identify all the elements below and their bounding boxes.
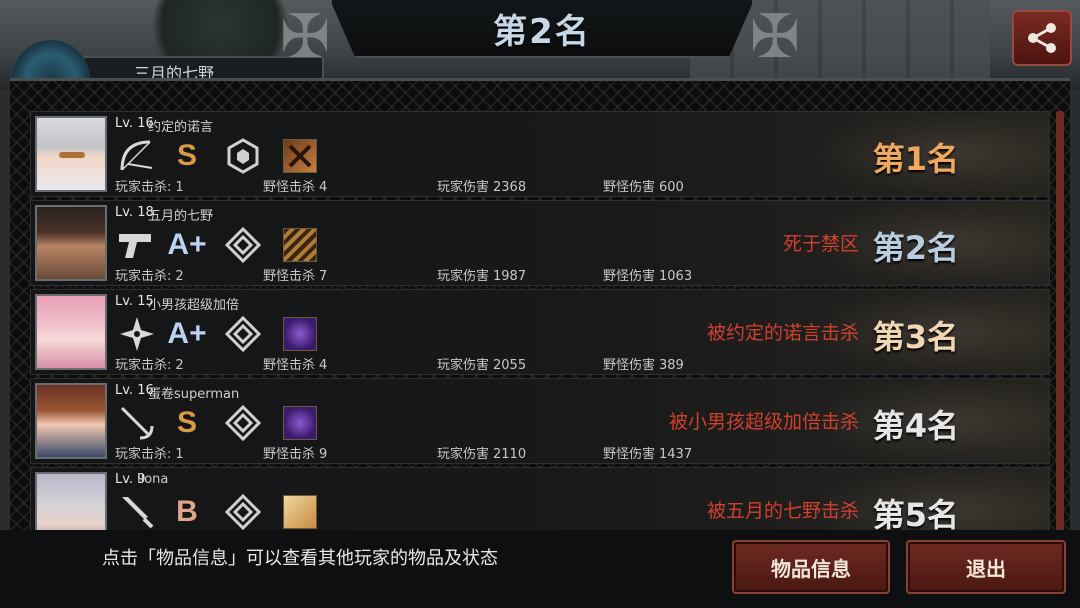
monster-damage-stat: 野怪伤害 1063 — [603, 269, 693, 284]
player-damage-stat: 玩家伤害 1987 — [437, 269, 527, 284]
death-cause: 被小男孩超级加倍击杀 — [668, 411, 859, 433]
gold-fist-icon — [283, 495, 317, 529]
player-row[interactable]: Lv. 15 小男孩超级加倍 A+ 玩家击杀: 2 野怪击杀 4 玩家伤害 2055 … — [30, 289, 1050, 375]
shuriken-icon — [115, 314, 159, 354]
grade-badge: S — [165, 136, 209, 176]
monster-kills-stat: 野怪击杀 4 — [263, 180, 328, 195]
rank-label: 第2名 — [872, 229, 959, 267]
monster-kills-stat: 野怪击杀 9 — [263, 447, 328, 462]
scrollbar-thumb[interactable] — [1056, 111, 1064, 531]
player-name: llona — [137, 472, 169, 487]
rank-label: 第4名 — [872, 407, 959, 445]
grade-label: A+ — [167, 317, 207, 350]
hexagon-badge-icon — [221, 136, 265, 176]
player-kills-stat: 玩家击杀: 1 — [115, 447, 184, 462]
monster-damage-stat: 野怪伤害 600 — [603, 180, 684, 195]
grade-label: B — [176, 495, 198, 528]
avatar[interactable] — [35, 205, 107, 281]
ammo-belt-icon — [283, 228, 317, 262]
monster-damage-stat: 野怪伤害 389 — [603, 358, 684, 373]
player-row[interactable]: Lv. 16 约定的诺言 S 玩家击杀: 1 野怪击杀 4 玩家伤害 2368 野怪伤… — [30, 111, 1050, 197]
player-damage-stat: 玩家伤害 2368 — [437, 180, 527, 195]
share-button[interactable] — [1012, 10, 1072, 66]
player-name: 蛋卷superman — [148, 387, 240, 402]
player-name: 五月的七野 — [148, 209, 214, 224]
diamond-badge-icon — [221, 314, 265, 354]
diamond-badge-icon — [221, 225, 265, 265]
player-damage-stat: 玩家伤害 2055 — [437, 358, 527, 373]
grade-label: A+ — [167, 228, 207, 261]
death-cause: 被五月的七野击杀 — [706, 500, 859, 522]
pistol-icon — [115, 225, 159, 265]
exit-button[interactable]: 退出 — [906, 540, 1066, 594]
rank-label: 第5名 — [872, 496, 959, 534]
crossed-items-icon — [283, 139, 317, 173]
grade-badge: S — [165, 403, 209, 443]
monster-kills-stat: 野怪击杀 7 — [263, 269, 328, 284]
death-cause: 被约定的诺言击杀 — [706, 322, 859, 344]
diamond-badge-icon — [221, 492, 265, 532]
player-name: 小男孩超级加倍 — [148, 298, 240, 313]
avatar[interactable] — [35, 116, 107, 192]
player-kills-stat: 玩家击杀: 2 — [115, 358, 184, 373]
share-icon — [1028, 23, 1056, 53]
player-damage-stat: 玩家伤害 2110 — [437, 447, 527, 462]
grade-badge: B — [165, 492, 209, 532]
diamond-badge-icon — [221, 403, 265, 443]
purple-claw-icon — [283, 406, 317, 440]
player-row[interactable]: Lv. 18 五月的七野 A+ 玩家击杀: 2 野怪击杀 7 玩家伤害 1987 野怪… — [30, 200, 1050, 286]
avatar[interactable] — [35, 383, 107, 459]
knife-icon — [115, 492, 159, 532]
player-kills-stat: 玩家击杀: 1 — [115, 180, 184, 195]
rapier-icon — [115, 403, 159, 443]
bow-icon — [115, 136, 159, 176]
death-cause: 死于禁区 — [782, 233, 859, 255]
player-kills-stat: 玩家击杀: 2 — [115, 269, 184, 284]
monster-damage-stat: 野怪伤害 1437 — [603, 447, 693, 462]
rank-label: 第1名 — [872, 140, 959, 178]
purple-claw-icon — [283, 317, 317, 351]
grade-label: S — [176, 139, 197, 172]
title-banner: 第2名 — [330, 0, 754, 58]
avatar[interactable] — [35, 294, 107, 370]
player-name: 约定的诺言 — [148, 120, 214, 135]
item-info-button[interactable]: 物品信息 — [732, 540, 890, 594]
grade-badge: A+ — [165, 314, 209, 354]
player-row[interactable]: Lv. 9 llona B 被五月的七野击杀 第5名 — [30, 467, 1050, 535]
rank-label: 第3名 — [872, 318, 959, 356]
grade-label: S — [176, 406, 197, 439]
player-row[interactable]: Lv. 16 蛋卷superman S 玩家击杀: 1 野怪击杀 9 玩家伤害 211… — [30, 378, 1050, 464]
page-title: 第2名 — [493, 11, 591, 52]
grade-badge: A+ — [165, 225, 209, 265]
results-panel: Lv. 16 约定的诺言 S 玩家击杀: 1 野怪击杀 4 玩家伤害 2368 野怪伤… — [10, 78, 1070, 535]
avatar[interactable] — [35, 472, 107, 534]
hint-text: 点击「物品信息」可以查看其他玩家的物品及状态 — [102, 548, 498, 569]
footer-bar: 点击「物品信息」可以查看其他玩家的物品及状态 物品信息 退出 — [0, 530, 1080, 608]
monster-kills-stat: 野怪击杀 4 — [263, 358, 328, 373]
